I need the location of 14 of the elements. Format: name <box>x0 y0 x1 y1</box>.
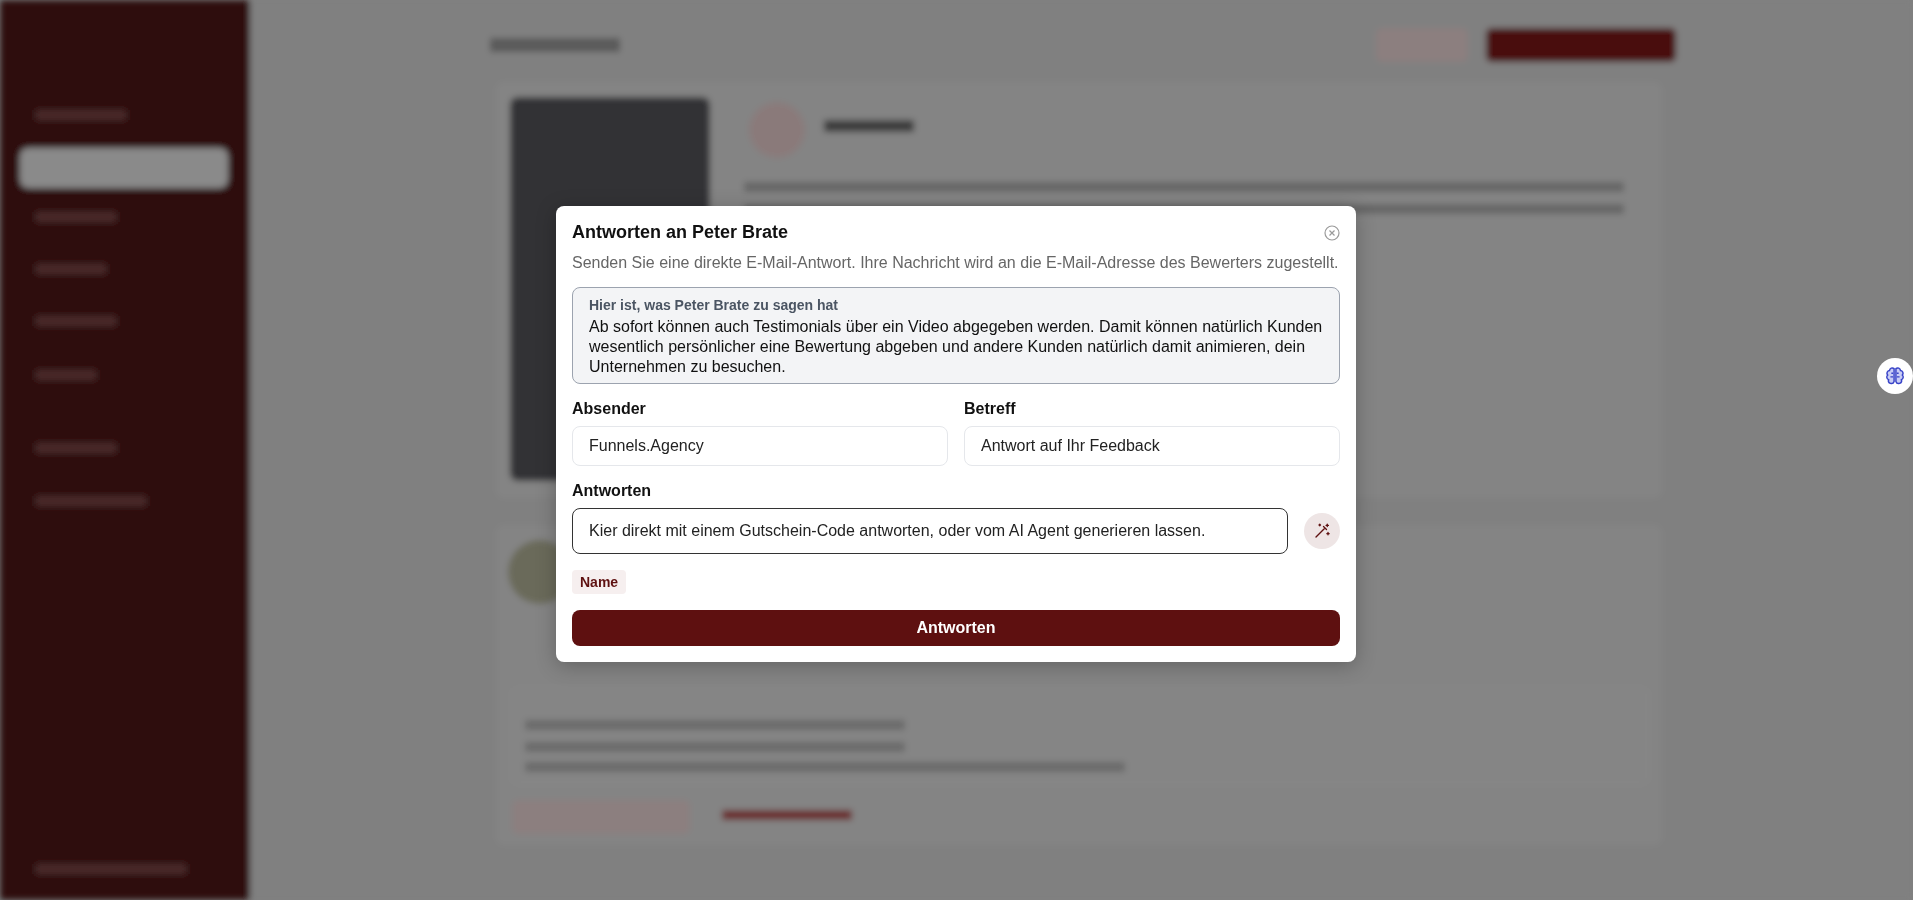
field-label: Antworten <box>572 482 653 500</box>
close-icon[interactable] <box>1324 224 1340 241</box>
reply-input-field[interactable]: Kier direkt mit einem Gutschein-Code antworten, oder vom AI Agent generieren lassen. <box>572 508 1288 554</box>
field-label: Betreff <box>964 400 1017 418</box>
quote-label: Hier ist, was Peter Brate zu sagen hat <box>589 297 839 313</box>
magic-wand-icon[interactable] <box>1304 513 1340 549</box>
input-field[interactable]: Antwort auf Ihr Feedback <box>964 426 1340 466</box>
submit-button[interactable]: Antworten <box>572 610 1340 646</box>
input-field[interactable]: Funnels.Agency <box>572 426 948 466</box>
dialog-description: Senden Sie eine direkte E-Mail-Antwort. Ihre Nachricht wird an die E-Mail-Adresse des Bewerters zugestellt. <box>572 253 1340 273</box>
variable-chip[interactable]: Name <box>572 570 627 594</box>
dialog-title: Antworten an Peter Brate <box>572 222 789 243</box>
field-label: Absender <box>572 400 647 418</box>
quote-text: Ab sofort können auch Testimonials über ein Video abgegeben werden. Damit können natürlich Kunden wesentlich persönlicher eine Bewertung abgeben und andere Kunden natürlich damit animieren, dein Unternehmen zu besuchen. <box>589 317 1323 377</box>
